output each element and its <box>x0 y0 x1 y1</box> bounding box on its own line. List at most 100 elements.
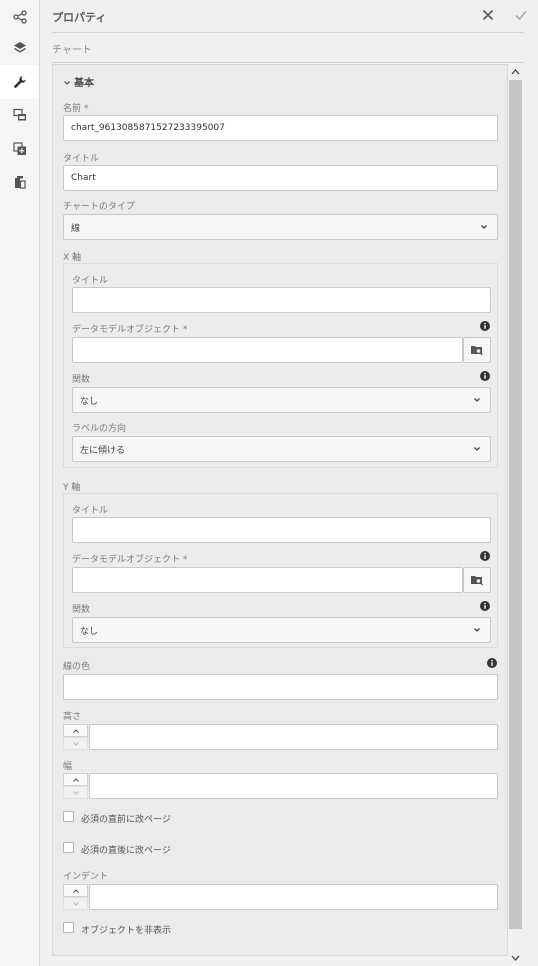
chevron-down-icon <box>474 447 480 451</box>
info-icon[interactable] <box>480 321 490 331</box>
x-axis-function-label: 関数 <box>72 375 91 385</box>
chevron-down-icon <box>474 398 480 402</box>
chart-type-select[interactable]: 線 <box>63 214 498 240</box>
x-axis-function-select[interactable]: なし <box>72 387 491 413</box>
indent-decrement-button[interactable] <box>63 897 88 910</box>
basic-section: 基本 名前 * chart_9613085871527233395007 タイト… <box>52 64 508 956</box>
chevron-down-icon <box>474 628 480 632</box>
info-icon[interactable] <box>487 658 497 668</box>
left-tool-rail <box>0 0 40 966</box>
basic-section-title: 基本 <box>74 78 94 89</box>
x-axis-label: X 軸 <box>63 253 82 263</box>
properties-button[interactable] <box>0 65 39 99</box>
x-axis-dmo-browse-button[interactable] <box>463 337 491 363</box>
indent-stepper[interactable] <box>63 884 88 911</box>
chart-type-label: チャートのタイプ <box>63 202 135 212</box>
wrench-icon <box>13 76 26 88</box>
y-axis-dmo-browse-button[interactable] <box>463 567 491 593</box>
x-axis-dmo-label: データモデルオブジェクト * <box>72 325 188 335</box>
add-copy-icon <box>12 142 26 155</box>
y-axis-title-label: タイトル <box>72 506 109 516</box>
width-field[interactable] <box>89 773 498 799</box>
hide-object-checkbox[interactable] <box>63 922 74 933</box>
chart-type-value: 線 <box>71 223 81 234</box>
chevron-down-icon <box>64 81 70 85</box>
width-decrement-button[interactable] <box>63 786 88 799</box>
basic-section-header[interactable]: 基本 <box>63 74 94 89</box>
objects-icon <box>14 176 26 189</box>
name-label: 名前 * <box>63 104 89 114</box>
y-axis-dmo-label: データモデルオブジェクト * <box>72 555 188 565</box>
width-increment-button[interactable] <box>63 773 88 786</box>
vertical-scrollbar[interactable] <box>509 64 522 966</box>
scroll-up-icon[interactable] <box>509 65 522 79</box>
indent-increment-button[interactable] <box>63 884 88 897</box>
x-axis-title-label: タイトル <box>72 276 109 286</box>
share-icon <box>12 10 27 24</box>
properties-scroll-area[interactable]: 基本 名前 * chart_9613085871527233395007 タイト… <box>52 64 522 966</box>
width-stepper[interactable] <box>63 773 88 800</box>
folder-search-icon <box>471 346 483 356</box>
y-axis-dmo-field[interactable] <box>72 567 463 593</box>
page-break-before-checkbox[interactable] <box>63 811 74 822</box>
info-icon[interactable] <box>480 551 490 561</box>
copy-windows-icon <box>12 108 26 121</box>
width-label: 幅 <box>63 762 73 772</box>
data-objects-button[interactable] <box>0 165 39 199</box>
chevron-up-icon <box>72 728 79 733</box>
x-axis-label-orientation-select[interactable]: 左に傾ける <box>72 436 491 462</box>
chevron-up-icon <box>72 777 79 782</box>
done-button[interactable] <box>511 5 531 25</box>
page-break-after-label[interactable]: 必須の直後に改ページ <box>81 843 171 856</box>
y-axis-label: Y 軸 <box>63 483 81 493</box>
name-field[interactable]: chart_9613085871527233395007 <box>63 115 498 141</box>
chevron-down-icon <box>72 901 79 906</box>
layers-button[interactable] <box>0 31 39 65</box>
component-type-bar: チャート <box>52 34 524 63</box>
close-button[interactable] <box>478 5 498 25</box>
y-axis-title-field[interactable] <box>72 517 491 543</box>
layers-icon <box>13 42 26 53</box>
info-icon[interactable] <box>480 371 490 381</box>
height-field[interactable] <box>89 724 498 750</box>
x-axis-label-orientation-label: ラベルの方向 <box>72 424 127 434</box>
chevron-up-icon <box>72 888 79 893</box>
close-icon <box>482 9 494 21</box>
chevron-down-icon <box>72 741 79 746</box>
add-content-button[interactable] <box>0 132 39 166</box>
y-axis-group: タイトル データモデルオブジェクト * 関数 なし <box>63 493 498 648</box>
indent-field[interactable] <box>89 884 498 910</box>
chevron-down-icon <box>72 790 79 795</box>
height-stepper[interactable] <box>63 724 88 751</box>
properties-panel: プロパティ チャート 基本 名前 * chart_961308587152723… <box>40 0 538 966</box>
component-type-label: チャート <box>52 45 92 56</box>
height-increment-button[interactable] <box>63 724 88 737</box>
line-color-field[interactable] <box>63 674 498 700</box>
title-field[interactable]: Chart <box>63 165 498 191</box>
panel-header: プロパティ <box>52 0 527 33</box>
title-label: タイトル <box>63 154 100 164</box>
checkmark-icon <box>515 10 527 21</box>
x-axis-label-orientation-value: 左に傾ける <box>80 445 126 456</box>
x-axis-group: タイトル データモデルオブジェクト * 関数 なし ラベルの方向 左に傾ける <box>63 263 498 468</box>
scroll-down-icon[interactable] <box>509 951 522 965</box>
indent-label: インデント <box>63 872 109 882</box>
share-button[interactable] <box>0 0 39 34</box>
folder-search-icon <box>471 576 483 586</box>
page-break-before-label[interactable]: 必須の直前に改ページ <box>81 812 171 825</box>
x-axis-dmo-field[interactable] <box>72 337 463 363</box>
page-break-after-checkbox[interactable] <box>63 842 74 853</box>
hide-object-label[interactable]: オブジェクトを非表示 <box>81 923 171 936</box>
y-axis-function-value: なし <box>80 626 99 637</box>
height-label: 高さ <box>63 712 82 722</box>
panel-title: プロパティ <box>52 11 107 24</box>
info-icon[interactable] <box>480 601 490 611</box>
height-decrement-button[interactable] <box>63 737 88 750</box>
line-color-label: 線の色 <box>63 662 91 672</box>
x-axis-title-field[interactable] <box>72 287 491 313</box>
x-axis-function-value: なし <box>80 396 99 407</box>
y-axis-function-select[interactable]: なし <box>72 617 491 643</box>
y-axis-function-label: 関数 <box>72 605 91 615</box>
fragments-button[interactable] <box>0 98 39 132</box>
scrollbar-thumb[interactable] <box>509 80 522 929</box>
